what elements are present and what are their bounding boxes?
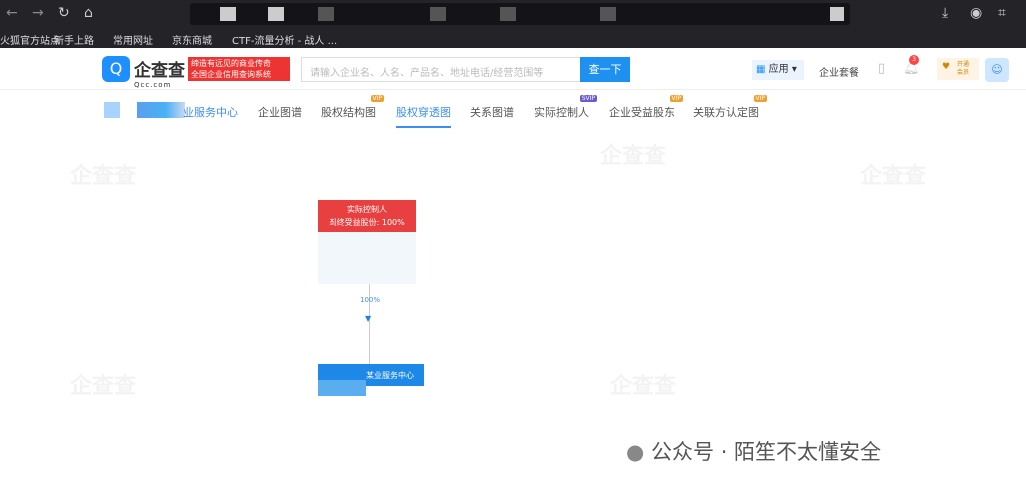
bookmark[interactable]: 京东商城 bbox=[172, 32, 212, 47]
watermark-logo: 企查查 bbox=[860, 164, 927, 189]
company-thumb bbox=[104, 102, 120, 118]
watermark-logo: 企查查 bbox=[70, 374, 137, 399]
company-node[interactable]: 某业服务中心 bbox=[318, 364, 424, 396]
bookmark[interactable]: 火狐官方站点 bbox=[0, 32, 60, 47]
controller-node[interactable]: 实际控制人 최终受益股份: 100% bbox=[318, 200, 416, 284]
browser-toolbar: ← → ↻ ⌂ ⤓ ◉ ⌗ bbox=[0, 0, 1026, 28]
page: 企查查 企查查 企查查 企查查 企查查 Q 企查查 Qcc.com 缔造有远见的商… bbox=[0, 48, 1026, 495]
bookmark[interactable]: CTF-流量分析 - 战人 ... bbox=[232, 32, 337, 47]
mobile-icon[interactable]: ▯ bbox=[878, 61, 885, 76]
account-icon[interactable]: ◉ bbox=[970, 5, 982, 21]
tab-related-party[interactable]: 关联方认定图 VIP bbox=[693, 95, 767, 120]
edge-label: 100% bbox=[360, 296, 381, 304]
apps-dropdown[interactable]: ▦ 应用 ▾ bbox=[752, 60, 804, 80]
back-icon[interactable]: ← bbox=[6, 5, 18, 21]
bookmark[interactable]: 新手上路 bbox=[54, 32, 94, 47]
download-icon[interactable]: ⤓ bbox=[942, 5, 948, 21]
company-name-redacted bbox=[137, 102, 185, 118]
watermark-logo: 企查查 bbox=[70, 164, 137, 189]
bell-icon[interactable]: 🔔︎ 3 bbox=[903, 55, 920, 76]
wechat-watermark: ● 公众号 · 陌笙不太懂安全 bbox=[626, 440, 882, 464]
slogan: 缔造有远见的商业传奇 全国企业信用查询系统 bbox=[188, 57, 290, 81]
tab-beneficiaries[interactable]: 企业受益股东 VIP bbox=[609, 95, 683, 120]
search-button[interactable]: 查一下 bbox=[580, 57, 630, 82]
address-bar[interactable] bbox=[190, 3, 850, 25]
vip-button[interactable]: ♥ 开通 会员 bbox=[937, 58, 979, 80]
package-link[interactable]: 企业套餐 bbox=[819, 64, 859, 79]
crop-icon[interactable]: ⌗ bbox=[998, 5, 1006, 21]
tab-actual-controller[interactable]: 实际控制人 SVIP bbox=[534, 95, 597, 120]
tab-equity-structure[interactable]: 股权结构图 VIP bbox=[321, 95, 384, 120]
notification-badge: 3 bbox=[909, 55, 919, 65]
tab-service-center[interactable]: 业服务中心 bbox=[183, 104, 238, 120]
bookmark[interactable]: 常用网址 bbox=[113, 32, 153, 47]
qcc-logo-icon[interactable]: Q bbox=[102, 56, 130, 82]
avatar[interactable]: ☺ bbox=[985, 58, 1009, 82]
wechat-icon: ● bbox=[626, 440, 645, 464]
controller-header: 实际控制人 최终受益股份: 100% bbox=[318, 200, 416, 232]
bookmarks-bar: 火狐官方站点 新手上路 常用网址 京东商城 CTF-流量分析 - 战人 ... bbox=[0, 28, 1026, 48]
reload-icon[interactable]: ↻ bbox=[58, 5, 70, 21]
brand[interactable]: 企查查 Qcc.com bbox=[134, 56, 185, 89]
tab-equity-penetration[interactable]: 股权穿透图 bbox=[396, 104, 451, 128]
tab-relations[interactable]: 关系图谱 bbox=[470, 104, 514, 120]
home-icon[interactable]: ⌂ bbox=[84, 5, 93, 21]
forward-icon[interactable]: → bbox=[32, 5, 44, 21]
site-header: Q 企查查 Qcc.com 缔造有远见的商业传奇 全国企业信用查询系统 请输入企业名… bbox=[0, 48, 1026, 90]
arrow-down-icon: ▼ bbox=[365, 314, 372, 323]
tab-enterprise-graph[interactable]: 企业图谱 bbox=[258, 104, 302, 120]
watermark-logo: 企查查 bbox=[610, 374, 677, 399]
search-input[interactable]: 请输入企业名、人名、产品名、地址电话/经营范围等 bbox=[301, 57, 581, 82]
watermark-logo: 企查查 bbox=[600, 144, 667, 169]
